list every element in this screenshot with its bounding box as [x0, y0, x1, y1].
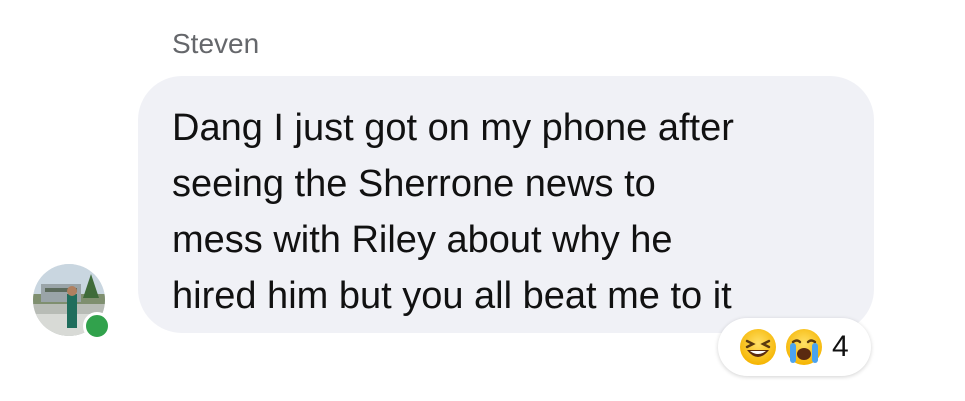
message-text: Dang I just got on my phone after seeing…	[172, 107, 734, 317]
online-status-dot	[83, 312, 111, 340]
crying-emoji-icon	[786, 329, 822, 365]
message-bubble[interactable]: Dang I just got on my phone after seeing…	[138, 76, 874, 333]
sender-name: Steven	[172, 28, 260, 59]
reaction-count: 4	[832, 330, 849, 363]
reactions-pill[interactable]: 4	[718, 318, 871, 376]
laughing-emoji-icon	[740, 329, 776, 365]
